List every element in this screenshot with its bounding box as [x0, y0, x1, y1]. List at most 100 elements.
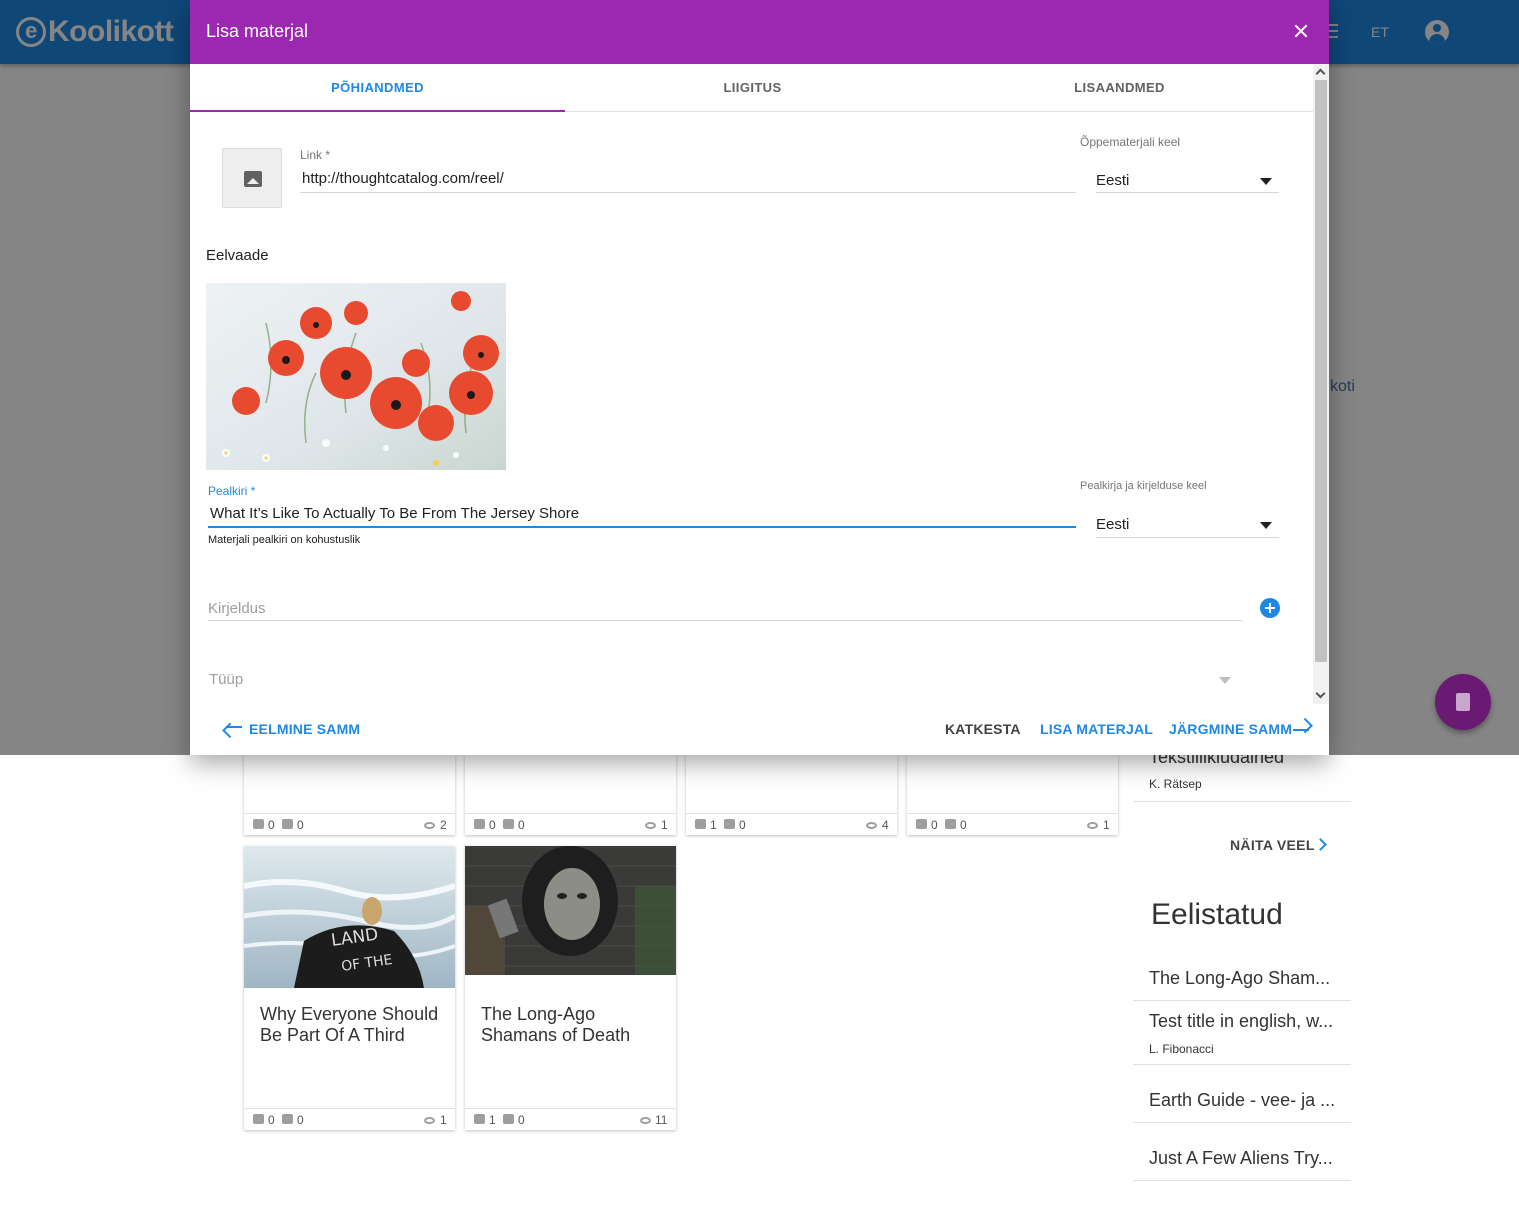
next-step-button[interactable]: JÄRGMINE SAMM	[1169, 721, 1292, 737]
link-underline	[300, 192, 1076, 193]
card-stats: 0 0 2	[244, 813, 455, 835]
featured-item-author: L. Fibonacci	[1149, 1042, 1214, 1056]
dislikes-count: 0	[739, 818, 746, 832]
card-title[interactable]: The Long-Ago Shamans of Death	[481, 1004, 666, 1046]
views-count: 1	[661, 818, 668, 832]
featured-item-title: The Long-Ago Sham...	[1149, 968, 1331, 988]
close-icon[interactable]	[1290, 20, 1312, 42]
arrow-forward-icon[interactable]	[1293, 729, 1309, 731]
dialog-title: Lisa materjal	[206, 21, 309, 41]
title-underline	[208, 526, 1076, 528]
scrollbar-thumb[interactable]	[1315, 80, 1327, 662]
preview-image	[206, 283, 506, 470]
preview-label: Eelvaade	[206, 247, 269, 264]
thumbs-down-icon[interactable]	[945, 819, 956, 829]
card-stats: 0 0 1	[244, 1108, 455, 1130]
card-thumbnail	[465, 846, 676, 975]
thumbs-up-icon[interactable]	[253, 1114, 264, 1124]
arrow-back-icon[interactable]	[226, 726, 242, 728]
dropdown-arrow-icon[interactable]	[1219, 677, 1231, 684]
views-icon	[866, 822, 877, 829]
likes-count: 0	[268, 1113, 275, 1127]
title-input[interactable]: What It’s Like To Actually To Be From Th…	[210, 505, 1070, 522]
cancel-button[interactable]: KATKESTA	[945, 721, 1021, 737]
card-stats: 1 0 4	[686, 813, 897, 835]
material-card[interactable]: 0 0 1	[465, 755, 676, 835]
thumbs-up-icon[interactable]	[474, 1114, 485, 1124]
chevron-right-icon[interactable]	[1314, 838, 1327, 851]
scroll-up-icon[interactable]	[1315, 68, 1326, 79]
featured-item[interactable]: Test title in english, w... L. Fibonacci	[1133, 1001, 1351, 1065]
dislikes-count: 0	[960, 818, 967, 832]
material-card[interactable]: 1 0 4	[686, 755, 897, 835]
featured-heading: Eelistatud	[1151, 898, 1283, 931]
card-title[interactable]: Why Everyone Should Be Part Of A Third	[260, 1004, 445, 1046]
previous-step-button[interactable]: EELMINE SAMM	[249, 721, 360, 737]
thumbs-up-icon[interactable]	[474, 819, 485, 829]
thumbs-down-icon[interactable]	[724, 819, 735, 829]
dialog-tabs: PÕHIANDMED LIIGITUS LISAANDMED	[190, 64, 1313, 112]
type-select[interactable]: Tüüp	[209, 671, 243, 688]
views-icon	[424, 822, 435, 829]
featured-item-title: Earth Guide - vee- ja ...	[1149, 1090, 1336, 1110]
featured-item-title: Just A Few Aliens Try...	[1149, 1148, 1333, 1168]
likes-count: 0	[931, 818, 938, 832]
card-stats: 0 0 1	[907, 813, 1118, 835]
scroll-down-icon[interactable]	[1315, 688, 1326, 699]
likes-count: 1	[710, 818, 717, 832]
card-stats: 1 0 11	[465, 1108, 676, 1130]
views-count: 11	[655, 1113, 668, 1127]
show-more-button[interactable]: NÄITA VEEL	[1230, 837, 1315, 853]
image-icon	[244, 171, 262, 187]
views-icon	[645, 822, 656, 829]
tab-lisaandmed[interactable]: LISAANDMED	[932, 64, 1307, 112]
material-card[interactable]: LAND OF THE Why Everyone Should Be Part …	[244, 846, 455, 1130]
thumbs-down-icon[interactable]	[282, 1114, 293, 1124]
views-count: 2	[440, 818, 447, 832]
link-input[interactable]: http://thoughtcatalog.com/reel/	[302, 170, 1072, 187]
tab-liigitus[interactable]: LIIGITUS	[565, 64, 940, 112]
title-label: Pealkiri *	[208, 484, 256, 498]
add-material-button[interactable]: LISA MATERJAL	[1040, 721, 1153, 737]
dialog-actions: EELMINE SAMM KATKESTA LISA MATERJAL JÄRG…	[190, 704, 1329, 755]
dislikes-count: 0	[297, 1113, 304, 1127]
dislikes-count: 0	[297, 818, 304, 832]
description-underline	[208, 620, 1242, 621]
add-material-fab[interactable]	[1435, 674, 1491, 730]
thumbs-down-icon[interactable]	[503, 819, 514, 829]
material-card[interactable]: The Long-Ago Shamans of Death 1 0 11	[465, 846, 676, 1130]
recent-material-author: K. Rätsep	[1149, 777, 1202, 791]
material-card[interactable]: 0 0 2	[244, 755, 455, 835]
thumbs-down-icon[interactable]	[282, 819, 293, 829]
add-description-icon[interactable]	[1260, 598, 1280, 618]
featured-item[interactable]: The Long-Ago Sham...	[1133, 960, 1351, 1001]
dialog-header: Lisa materjal	[190, 0, 1329, 64]
thumbs-up-icon[interactable]	[916, 819, 927, 829]
views-count: 1	[440, 1113, 447, 1127]
thumbs-up-icon[interactable]	[253, 819, 264, 829]
link-label: Link *	[300, 148, 331, 162]
likes-count: 0	[268, 818, 275, 832]
featured-item[interactable]: Earth Guide - vee- ja ...	[1133, 1065, 1351, 1123]
thumbs-down-icon[interactable]	[503, 1114, 514, 1124]
dropdown-arrow-icon[interactable]	[1260, 178, 1272, 185]
card-thumbnail: LAND OF THE	[244, 846, 455, 988]
likes-count: 1	[489, 1113, 496, 1127]
material-card[interactable]: 0 0 1	[907, 755, 1118, 835]
description-input[interactable]: Kirjeldus	[208, 600, 266, 617]
material-language-select[interactable]: Eesti	[1096, 172, 1129, 189]
title-language-select[interactable]: Eesti	[1096, 516, 1129, 533]
thumbnail-upload[interactable]	[222, 148, 282, 208]
card-stats: 0 0 1	[465, 813, 676, 835]
dropdown-arrow-icon[interactable]	[1260, 522, 1272, 529]
featured-item[interactable]: Just A Few Aliens Try...	[1133, 1123, 1351, 1181]
likes-count: 0	[489, 818, 496, 832]
thumbs-up-icon[interactable]	[695, 819, 706, 829]
featured-item-title: Test title in english, w...	[1149, 1011, 1334, 1031]
tab-pohiandmed[interactable]: PÕHIANDMED	[190, 64, 565, 112]
material-language-underline	[1096, 192, 1279, 193]
dialog-scrollbar[interactable]	[1313, 64, 1329, 704]
views-count: 1	[1103, 818, 1110, 832]
views-icon	[640, 1117, 651, 1124]
views-icon	[424, 1117, 435, 1124]
